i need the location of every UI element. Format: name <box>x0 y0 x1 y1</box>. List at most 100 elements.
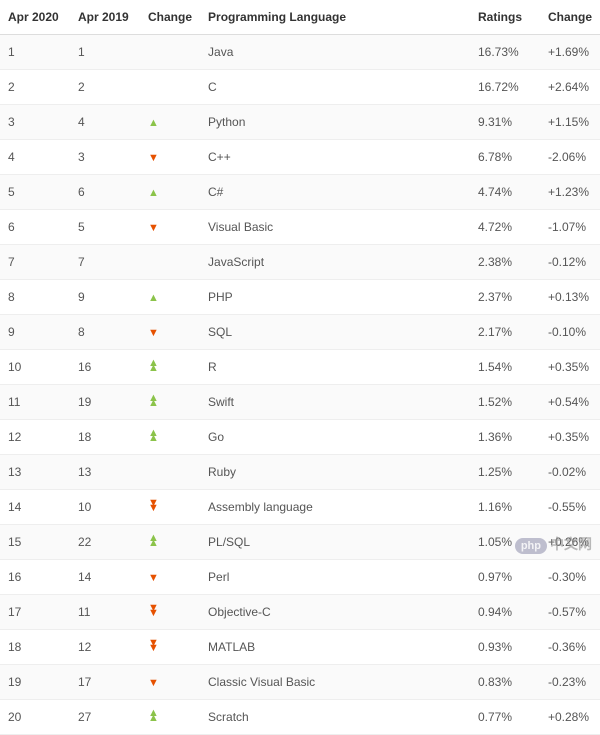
cell-apr2019: 6 <box>70 175 140 210</box>
cell-trend <box>140 455 200 490</box>
cell-change: -0.10% <box>540 315 600 350</box>
cell-ratings: 1.36% <box>470 420 540 455</box>
cell-apr2020: 10 <box>0 350 70 385</box>
table-row: 1812▼▼MATLAB0.93%-0.36% <box>0 630 600 665</box>
cell-apr2019: 4 <box>70 105 140 140</box>
cell-change: +0.28% <box>540 700 600 735</box>
cell-apr2019: 19 <box>70 385 140 420</box>
cell-apr2020: 2 <box>0 70 70 105</box>
table-row: 56 ▲ C#4.74%+1.23% <box>0 175 600 210</box>
cell-trend: ▼▼ <box>140 595 200 630</box>
cell-language: PHP <box>200 280 470 315</box>
cell-apr2019: 5 <box>70 210 140 245</box>
cell-language: Scratch <box>200 700 470 735</box>
table-row: 2027▲▲Scratch0.77%+0.28% <box>0 700 600 735</box>
table-row: 1917▼Classic Visual Basic0.83%-0.23% <box>0 665 600 700</box>
cell-apr2020: 7 <box>0 245 70 280</box>
cell-apr2020: 11 <box>0 385 70 420</box>
trend-up-double-icon: ▲▲ <box>148 396 159 406</box>
cell-ratings: 0.83% <box>470 665 540 700</box>
cell-trend: ▼ <box>140 665 200 700</box>
cell-ratings: 0.77% <box>470 700 540 735</box>
header-change-icon: Change <box>140 0 200 35</box>
cell-apr2020: 1 <box>0 35 70 70</box>
cell-ratings: 4.74% <box>470 175 540 210</box>
cell-language: MATLAB <box>200 630 470 665</box>
cell-change: +1.23% <box>540 175 600 210</box>
cell-ratings: 0.94% <box>470 595 540 630</box>
cell-apr2019: 3 <box>70 140 140 175</box>
cell-trend: ▲ <box>140 105 200 140</box>
header-change: Change <box>540 0 600 35</box>
cell-ratings: 16.73% <box>470 35 540 70</box>
table-row: 65▼Visual Basic4.72%-1.07% <box>0 210 600 245</box>
cell-apr2020: 14 <box>0 490 70 525</box>
cell-language: Classic Visual Basic <box>200 665 470 700</box>
table-header-row: Apr 2020 Apr 2019 Change Programming Lan… <box>0 0 600 35</box>
cell-language: C# <box>200 175 470 210</box>
cell-apr2020: 20 <box>0 700 70 735</box>
table-row: 1410▼▼Assembly language1.16%-0.55% <box>0 490 600 525</box>
cell-change: +1.15% <box>540 105 600 140</box>
cell-ratings: 1.52% <box>470 385 540 420</box>
trend-down-double-icon: ▼▼ <box>148 606 159 616</box>
cell-apr2020: 12 <box>0 420 70 455</box>
cell-language: C <box>200 70 470 105</box>
table-row: 1614▼Perl0.97%-0.30% <box>0 560 600 595</box>
table-row: 34▲Python9.31%+1.15% <box>0 105 600 140</box>
cell-trend <box>140 70 200 105</box>
trend-down-double-icon: ▼▼ <box>148 501 159 511</box>
cell-language: Go <box>200 420 470 455</box>
cell-ratings: 0.93% <box>470 630 540 665</box>
table-row: 1313Ruby1.25%-0.02% <box>0 455 600 490</box>
trend-up-icon: ▲ <box>148 117 159 129</box>
table-row: 1711▼▼Objective-C0.94%-0.57% <box>0 595 600 630</box>
header-apr2020: Apr 2020 <box>0 0 70 35</box>
cell-ratings: 2.38% <box>470 245 540 280</box>
cell-apr2019: 22 <box>70 525 140 560</box>
cell-ratings: 1.16% <box>470 490 540 525</box>
cell-language: Swift <box>200 385 470 420</box>
header-ratings: Ratings <box>470 0 540 35</box>
header-language: Programming Language <box>200 0 470 35</box>
cell-language: Python <box>200 105 470 140</box>
cell-apr2020: 5 <box>0 175 70 210</box>
cell-trend: ▲ <box>140 280 200 315</box>
header-apr2019: Apr 2019 <box>70 0 140 35</box>
cell-language: JavaScript <box>200 245 470 280</box>
cell-ratings: 2.17% <box>470 315 540 350</box>
cell-change: -1.07% <box>540 210 600 245</box>
cell-apr2019: 17 <box>70 665 140 700</box>
cell-apr2019: 13 <box>70 455 140 490</box>
cell-ratings: 2.37% <box>470 280 540 315</box>
cell-trend: ▲▲ <box>140 350 200 385</box>
cell-apr2020: 18 <box>0 630 70 665</box>
cell-apr2020: 15 <box>0 525 70 560</box>
cell-apr2019: 16 <box>70 350 140 385</box>
cell-ratings: 1.05% <box>470 525 540 560</box>
cell-trend: ▼▼ <box>140 630 200 665</box>
cell-apr2019: 11 <box>70 595 140 630</box>
cell-apr2020: 17 <box>0 595 70 630</box>
cell-change: -0.30% <box>540 560 600 595</box>
trend-up-icon: ▲ <box>148 187 159 199</box>
trend-down-icon: ▼ <box>148 572 159 584</box>
cell-ratings: 1.25% <box>470 455 540 490</box>
cell-apr2020: 16 <box>0 560 70 595</box>
cell-change: -0.02% <box>540 455 600 490</box>
tiobe-index-table: Apr 2020 Apr 2019 Change Programming Lan… <box>0 0 600 735</box>
cell-apr2020: 8 <box>0 280 70 315</box>
table-row: 1522▲▲PL/SQL1.05%+0.26% <box>0 525 600 560</box>
cell-ratings: 16.72% <box>470 70 540 105</box>
cell-change: +0.54% <box>540 385 600 420</box>
cell-language: PL/SQL <box>200 525 470 560</box>
table-row: 77JavaScript2.38%-0.12% <box>0 245 600 280</box>
cell-apr2019: 7 <box>70 245 140 280</box>
trend-up-double-icon: ▲▲ <box>148 361 159 371</box>
cell-apr2019: 9 <box>70 280 140 315</box>
cell-language: Java <box>200 35 470 70</box>
cell-trend: ▼▼ <box>140 490 200 525</box>
cell-ratings: 6.78% <box>470 140 540 175</box>
trend-up-icon: ▲ <box>148 292 159 304</box>
cell-language: R <box>200 350 470 385</box>
